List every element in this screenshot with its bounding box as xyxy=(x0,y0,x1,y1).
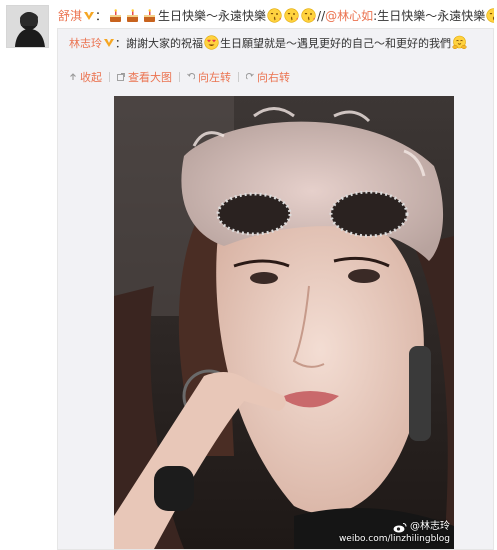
repost-separator: // xyxy=(317,9,326,23)
forwarded-post: 林志玲 ：謝謝大家的祝福 生日願望就是～遇見更好的自己～和更好的我們 收起 查看大图… xyxy=(57,28,494,550)
view-large-label: 查看大图 xyxy=(128,71,172,84)
watermark-logo: @林志玲 xyxy=(339,521,450,533)
watermark-url: weibo.com/linzhilingblog xyxy=(338,534,450,544)
toolbar-divider xyxy=(109,72,110,82)
mention-link[interactable]: @林心如 xyxy=(325,9,373,23)
collapse-button[interactable]: 收起 xyxy=(69,69,102,85)
verified-badge-icon xyxy=(84,12,95,20)
weibo-logo-icon xyxy=(393,522,407,532)
post-text: 舒淇：生日快樂～永遠快樂//@林心如:生日快樂～永遠快樂 xyxy=(58,6,494,26)
rotate-right-icon xyxy=(246,73,254,80)
forward-text-part2: 生日願望就是～遇見更好的自己～和更好的我們 xyxy=(220,37,451,50)
rotate-right-label: 向右转 xyxy=(257,71,290,84)
collapse-icon xyxy=(70,73,76,80)
repost-text: 生日快樂～永遠快樂 xyxy=(377,9,486,23)
toolbar-divider xyxy=(179,72,180,82)
verified-badge-icon xyxy=(104,39,114,47)
rotate-left-label: 向左转 xyxy=(198,71,231,84)
selfie-photo xyxy=(114,96,454,549)
view-large-button[interactable]: 查看大图 xyxy=(117,69,172,85)
rotate-right-button[interactable]: 向右转 xyxy=(246,69,290,85)
rotate-left-icon xyxy=(187,73,195,80)
collapse-label: 收起 xyxy=(80,71,102,84)
rotate-left-button[interactable]: 向左转 xyxy=(187,69,231,85)
hug-emoji-icon xyxy=(452,35,467,50)
kiss-emoji-icon xyxy=(301,8,316,23)
post-main-text: 生日快樂～永遠快樂 xyxy=(158,9,267,23)
kiss-emoji-icon xyxy=(486,8,494,23)
forward-colon: ： xyxy=(115,37,126,50)
toolbar-divider xyxy=(238,72,239,82)
post-author-link[interactable]: 舒淇 xyxy=(58,9,82,23)
heart-eyes-emoji-icon xyxy=(204,35,219,50)
enlarge-icon xyxy=(117,73,125,81)
kiss-emoji-icon xyxy=(267,8,282,23)
cake-emoji-icon xyxy=(110,9,122,22)
forward-author-link[interactable]: 林志玲 xyxy=(69,37,102,50)
post-colon: ： xyxy=(95,9,108,23)
image-toolbar: 收起 查看大图 向左转 向右转 xyxy=(69,69,290,85)
watermark-name: @林志玲 xyxy=(410,521,450,532)
kiss-emoji-icon xyxy=(284,8,299,23)
forward-text-part1: 謝謝大家的祝福 xyxy=(126,37,203,50)
weibo-post: 舒淇：生日快樂～永遠快樂//@林心如:生日快樂～永遠快樂 林志玲 ：謝謝大家的祝福… xyxy=(0,0,497,550)
forwarded-text: 林志玲 ：謝謝大家的祝福 生日願望就是～遇見更好的自己～和更好的我們 xyxy=(69,35,489,53)
cake-emoji-icon xyxy=(144,9,156,22)
cake-emoji-icon xyxy=(127,9,139,22)
image-watermark: @林志玲 weibo.com/linzhilingblog xyxy=(339,521,450,545)
avatar[interactable] xyxy=(6,5,49,48)
post-image[interactable]: @林志玲 weibo.com/linzhilingblog xyxy=(114,96,454,549)
